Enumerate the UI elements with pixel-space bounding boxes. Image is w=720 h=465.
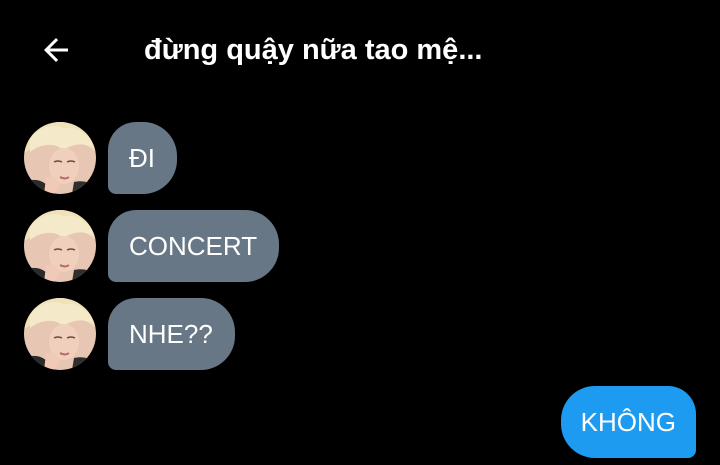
message-bubble[interactable]: ĐI (108, 122, 177, 194)
message-bubble[interactable]: NHE?? (108, 298, 235, 370)
incoming-message-row: NHE?? (24, 298, 235, 370)
chat-header: đừng quậy nữa tao mệ... (0, 0, 720, 100)
back-button[interactable] (30, 28, 82, 72)
chat-screen: đừng quậy nữa tao mệ... ĐI CONCERT NHE??… (0, 0, 720, 465)
avatar[interactable] (24, 210, 96, 282)
chat-title: đừng quậy nữa tao mệ... (144, 34, 483, 66)
incoming-message-row: ĐI (24, 122, 177, 194)
avatar[interactable] (24, 298, 96, 370)
arrow-left-icon (44, 38, 68, 62)
outgoing-message-bubble[interactable]: KHÔNG (560, 386, 696, 458)
incoming-message-row: CONCERT (24, 210, 280, 282)
avatar[interactable] (24, 122, 96, 194)
message-bubble[interactable]: CONCERT (108, 210, 280, 282)
